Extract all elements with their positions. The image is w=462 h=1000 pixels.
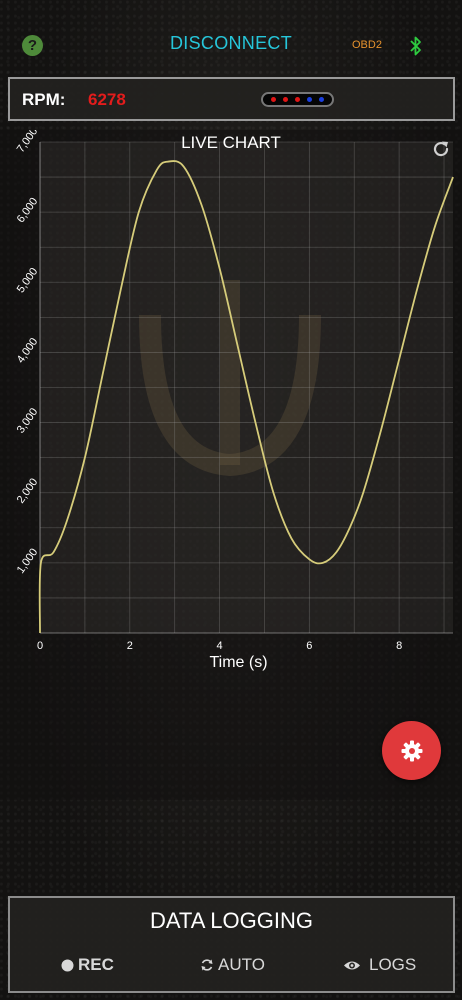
- refresh-icon[interactable]: [431, 139, 451, 159]
- x-tick-label: 6: [306, 640, 312, 652]
- x-tick-label: 0: [37, 640, 43, 652]
- logs-button[interactable]: LOGS: [343, 955, 416, 975]
- live-chart-panel: 0 2 4 6 8 1,000 2,000 3,000 4,000 5,000 6,000 7,000…: [0, 130, 462, 800]
- bluetooth-icon: [410, 36, 421, 56]
- eye-icon: [344, 961, 360, 969]
- shift-light-dot: [294, 97, 300, 102]
- x-tick-label: 8: [396, 640, 402, 652]
- rpm-label: RPM:: [22, 90, 66, 109]
- chart-title: LIVE CHART: [181, 133, 281, 152]
- y-tick-label: 5,000: [15, 266, 41, 295]
- gear-icon: [401, 740, 422, 761]
- data-logging-panel: DATA LOGGING REC AUTO LOGS: [8, 896, 455, 993]
- auto-label: AUTO: [218, 955, 265, 974]
- y-tick-label: 4,000: [15, 336, 41, 365]
- x-axis-title: Time (s): [209, 654, 267, 671]
- sync-icon: [201, 959, 213, 971]
- rpm-value: 6278: [88, 90, 126, 109]
- top-bar: ? DISCONNECT OBD2: [0, 0, 462, 88]
- data-logging-title: DATA LOGGING: [150, 908, 313, 933]
- logs-label: LOGS: [369, 955, 417, 974]
- y-tick-label: 6,000: [15, 196, 41, 225]
- y-tick-label: 1,000: [15, 546, 41, 575]
- shift-light-dot: [271, 97, 277, 102]
- x-tick-label: 4: [217, 640, 223, 652]
- settings-button[interactable]: [382, 721, 441, 780]
- rec-label: REC: [78, 955, 114, 974]
- y-tick-label: 3,000: [15, 406, 41, 435]
- help-icon[interactable]: ?: [22, 35, 43, 56]
- rec-button[interactable]: REC: [61, 955, 114, 975]
- shift-light-dot: [318, 97, 324, 102]
- y-tick-label: 2,000: [15, 476, 41, 505]
- disconnect-button[interactable]: DISCONNECT: [150, 33, 312, 54]
- live-chart: 0 2 4 6 81,0002,0003,0004,0005,0006,0007,000…: [15, 130, 454, 671]
- shift-light-indicator: [261, 92, 334, 107]
- x-tick-label: 2: [127, 640, 133, 652]
- shift-light-dot: [283, 97, 289, 102]
- record-dot-icon: [61, 959, 74, 971]
- shift-light-dot: [306, 97, 312, 102]
- obd-status-label: OBD2: [352, 39, 382, 51]
- rpm-panel: RPM: 6278: [8, 77, 455, 121]
- auto-button[interactable]: AUTO: [200, 955, 265, 975]
